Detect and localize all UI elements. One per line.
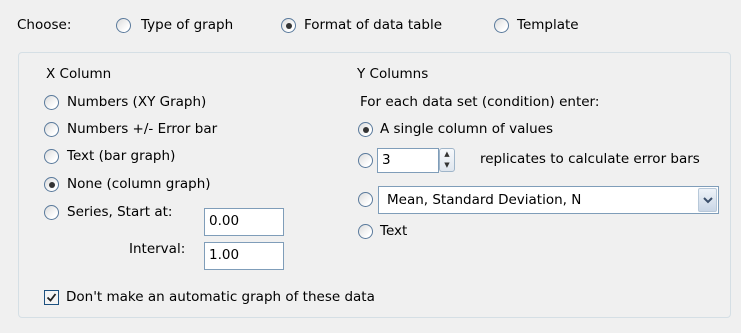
replicates-value: 3 (382, 152, 391, 168)
series-start-input[interactable]: 0.00 (204, 208, 284, 236)
x-column-heading: X Column (46, 66, 112, 82)
replicates-spinner[interactable]: ▲ ▼ (439, 148, 455, 172)
y-replicates-radio[interactable] (358, 153, 373, 168)
type-of-graph-radio[interactable] (116, 18, 131, 33)
type-of-graph-label[interactable]: Type of graph (141, 16, 233, 34)
x-text-bar-graph-label[interactable]: Text (bar graph) (67, 147, 175, 165)
y-columns-heading: Y Columns (357, 66, 429, 82)
checkmark-icon (46, 293, 57, 302)
y-single-column-label[interactable]: A single column of values (380, 120, 553, 138)
x-series-radio[interactable] (44, 205, 59, 220)
y-text-radio[interactable] (358, 224, 373, 239)
no-auto-graph-label[interactable]: Don't make an automatic graph of these d… (66, 288, 375, 306)
spin-up-icon[interactable]: ▲ (440, 149, 454, 160)
x-numbers-xy-label[interactable]: Numbers (XY Graph) (67, 93, 206, 111)
interval-input[interactable]: 1.00 (204, 242, 284, 270)
x-numbers-error-bar-radio[interactable] (44, 122, 59, 137)
spin-down-icon[interactable]: ▼ (440, 160, 454, 171)
y-text-label[interactable]: Text (380, 222, 407, 240)
y-columns-instruction: For each data set (condition) enter: (360, 94, 600, 110)
format-of-data-table-label[interactable]: Format of data table (304, 16, 442, 34)
x-none-column-graph-radio[interactable] (44, 177, 59, 192)
x-numbers-xy-radio[interactable] (44, 95, 59, 110)
template-radio[interactable] (494, 18, 509, 33)
y-single-column-radio[interactable] (358, 122, 373, 137)
no-auto-graph-checkbox[interactable] (44, 290, 59, 305)
x-numbers-error-bar-label[interactable]: Numbers +/- Error bar (67, 120, 217, 138)
replicates-input[interactable]: 3 (377, 148, 439, 173)
summary-data-select[interactable]: Mean, Standard Deviation, N (378, 186, 719, 214)
series-start-value: 0.00 (209, 213, 240, 229)
y-summary-radio[interactable] (358, 192, 373, 207)
choose-bar: Choose: Type of graph Format of data tab… (0, 0, 741, 50)
format-of-data-table-radio[interactable] (281, 18, 296, 33)
template-label[interactable]: Template (517, 16, 579, 34)
x-text-bar-graph-radio[interactable] (44, 149, 59, 164)
chevron-down-icon[interactable] (698, 188, 717, 212)
interval-label: Interval: (129, 241, 186, 257)
interval-value: 1.00 (209, 247, 240, 263)
x-none-column-graph-label[interactable]: None (column graph) (67, 175, 211, 193)
replicates-label: replicates to calculate error bars (480, 151, 700, 167)
summary-data-select-value: Mean, Standard Deviation, N (387, 192, 582, 208)
choose-label: Choose: (17, 17, 72, 33)
x-series-label[interactable]: Series, Start at: (67, 203, 172, 221)
